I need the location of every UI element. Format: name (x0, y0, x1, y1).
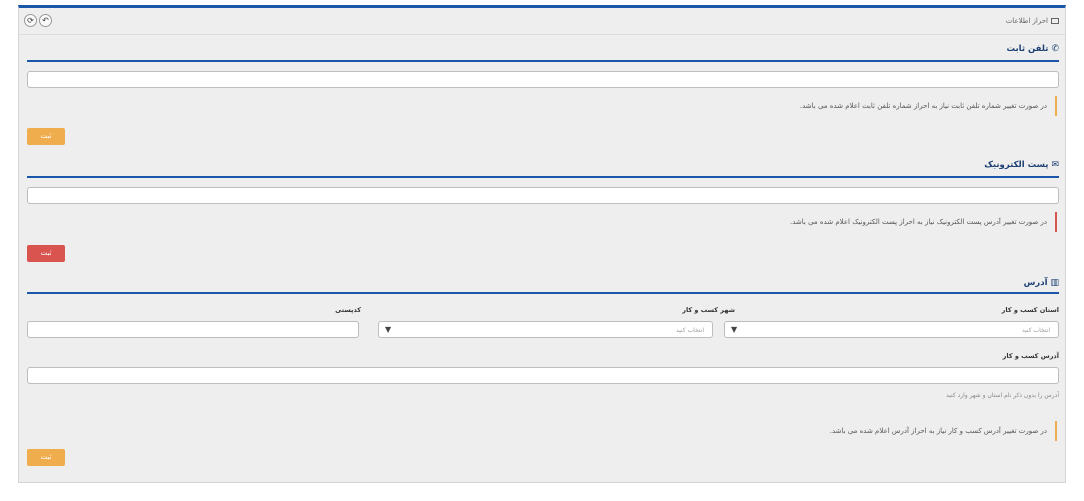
dropdown-arrow-icon: ▼ (731, 325, 738, 334)
province-select[interactable]: انتخاب کنید ▼ (724, 321, 1059, 338)
dropdown-arrow-icon: ▼ (385, 325, 392, 334)
phone-icon: ✆ (1051, 44, 1059, 54)
landline-input[interactable] (27, 71, 1059, 88)
city-label: شهر کسب و کار (682, 306, 735, 314)
panel-title-text: احراز اطلاعات (1005, 17, 1048, 25)
email-input[interactable] (27, 187, 1059, 204)
landline-submit-button[interactable]: ثبت (27, 128, 65, 145)
landline-note: در صورت تغییر شماره تلفن ثابت نیاز به اح… (23, 96, 1057, 116)
business-address-label: آدرس کسب و کار (1002, 352, 1059, 360)
email-submit-button[interactable]: ثبت (27, 245, 65, 262)
postal-code-input[interactable] (27, 321, 359, 338)
landline-title-text: تلفن ثابت (1006, 44, 1049, 54)
address-note-text: در صورت تغییر آدرس کسب و کار نیاز به احر… (829, 427, 1047, 435)
map-icon: ▥ (1050, 278, 1059, 288)
list-icon (1051, 18, 1059, 24)
address-submit-button[interactable]: ثبت (27, 449, 65, 466)
business-address-input[interactable] (27, 367, 1059, 384)
back-button[interactable]: ↶ (39, 14, 52, 27)
city-select[interactable]: انتخاب کنید ▼ (378, 321, 713, 338)
back-arrow-icon: ↶ (42, 16, 49, 25)
landline-divider (27, 60, 1059, 62)
panel-title: احراز اطلاعات (1006, 17, 1059, 25)
refresh-button[interactable]: ⟳ (24, 14, 37, 27)
envelope-icon: ✉ (1051, 160, 1059, 170)
email-divider (27, 176, 1059, 178)
refresh-icon: ⟳ (27, 16, 34, 25)
province-select-value: انتخاب کنید (1021, 327, 1050, 334)
address-divider (27, 292, 1059, 294)
landline-note-text: در صورت تغییر شماره تلفن ثابت نیاز به اح… (799, 102, 1047, 110)
address-note: در صورت تغییر آدرس کسب و کار نیاز به احر… (23, 421, 1057, 441)
email-section-title: ✉ پست الکترونیک (984, 160, 1059, 170)
city-select-value: انتخاب کنید (675, 327, 704, 334)
panel-header: احراز اطلاعات ↶ ⟳ (19, 8, 1065, 35)
email-note: در صورت تغییر آدرس پست الکترونیک نیاز به… (23, 212, 1057, 232)
postal-code-label: کدپستی (335, 306, 361, 314)
verification-panel: احراز اطلاعات ↶ ⟳ ✆ تلفن ثابت در صورت تغ… (18, 5, 1066, 483)
address-title-text: آدرس (1023, 278, 1048, 288)
address-section-title: ▥ آدرس (1024, 278, 1059, 288)
province-label: استان کسب و کار (1001, 306, 1059, 314)
email-title-text: پست الکترونیک (984, 160, 1049, 170)
landline-section-title: ✆ تلفن ثابت (1006, 44, 1059, 54)
address-hint: آدرس را بدون ذکر نام استان و شهر وارد کن… (946, 392, 1059, 399)
email-note-text: در صورت تغییر آدرس پست الکترونیک نیاز به… (790, 218, 1047, 226)
